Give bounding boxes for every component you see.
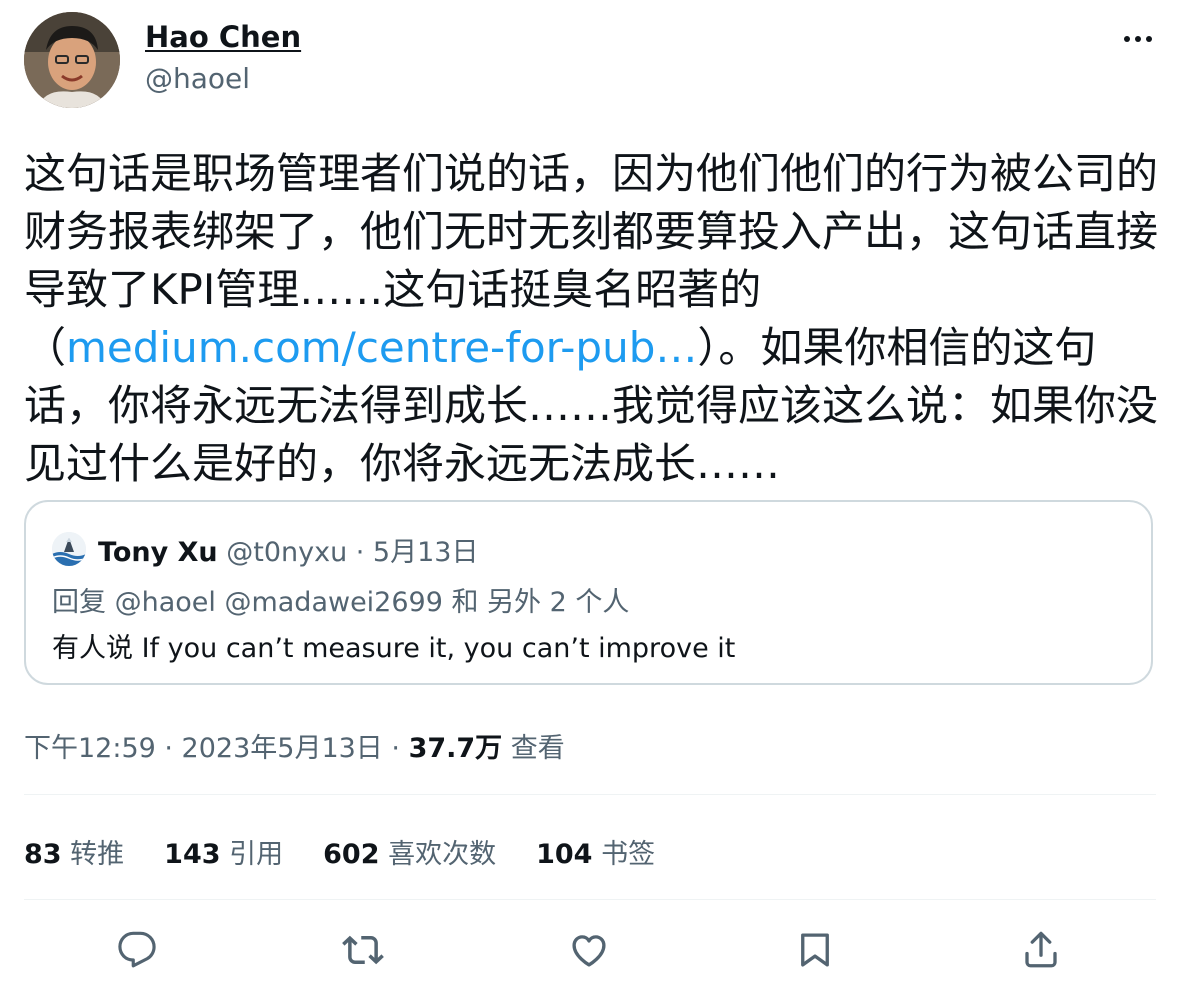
stat-quotes-count: 143 xyxy=(164,839,221,870)
bookmark-icon xyxy=(801,933,829,967)
stat-bookmarks-count: 104 xyxy=(536,839,593,870)
tweet-timestamp: 下午12:59 · 2023年5月13日 · 37.7万 查看 xyxy=(24,726,565,765)
reply-icon xyxy=(118,931,156,968)
share-icon xyxy=(1025,931,1057,968)
more-options-button[interactable] xyxy=(1118,24,1158,54)
views-label: 查看 xyxy=(502,733,565,764)
quote-text: 有人说 If you can’t measure it, you can’t i… xyxy=(52,633,736,664)
divider-top xyxy=(24,794,1156,795)
author-handle[interactable]: @haoel xyxy=(145,62,250,95)
more-horizontal-icon xyxy=(1124,36,1152,42)
quote-avatar-image xyxy=(52,532,86,566)
stat-retweets[interactable]: 83 转推 xyxy=(24,832,124,871)
quote-handle-date: @t0nyxu · 5月13日 xyxy=(217,537,479,568)
views-count: 37.7万 xyxy=(408,733,503,764)
retweet-button[interactable] xyxy=(338,925,388,975)
quote-reply-line: 回复 @haoel @madawei2699 和 另外 2 个人 xyxy=(52,587,630,618)
stat-bookmarks[interactable]: 104 书签 xyxy=(536,832,655,871)
stat-likes-label: 喜欢次数 xyxy=(379,839,497,870)
tweet-time-date[interactable]: 下午12:59 · 2023年5月13日 · xyxy=(24,733,409,764)
author-avatar[interactable] xyxy=(24,12,120,108)
tweet-link[interactable]: medium.com/centre-for-pub… xyxy=(66,323,697,372)
action-bar xyxy=(0,925,1192,975)
retweet-icon xyxy=(342,935,384,965)
tweet-text: 这句话是职场管理者们说的话，因为他们他们的行为被公司的财务报表绑架了，他们无时无… xyxy=(24,145,1164,493)
stat-retweets-count: 83 xyxy=(24,839,62,870)
engagement-stats: 83 转推 143 引用 602 喜欢次数 104 书签 xyxy=(24,832,695,871)
like-icon xyxy=(572,935,606,967)
stat-likes-count: 602 xyxy=(323,839,380,870)
like-button[interactable] xyxy=(564,925,614,975)
stat-likes[interactable]: 602 喜欢次数 xyxy=(323,832,496,871)
stat-retweets-label: 转推 xyxy=(61,839,125,870)
quote-avatar[interactable] xyxy=(52,532,86,566)
reply-button[interactable] xyxy=(112,925,162,975)
quoted-tweet[interactable]: Tony Xu @t0nyxu · 5月13日 回复 @haoel @madaw… xyxy=(24,500,1153,685)
quote-author-name[interactable]: Tony Xu xyxy=(98,537,218,568)
avatar-image xyxy=(24,12,120,108)
share-button[interactable] xyxy=(1016,925,1066,975)
quote-header: Tony Xu @t0nyxu · 5月13日 xyxy=(98,530,478,569)
stat-quotes-label: 引用 xyxy=(220,839,284,870)
divider-bottom xyxy=(24,899,1156,900)
stat-quotes[interactable]: 143 引用 xyxy=(164,832,283,871)
bookmark-button[interactable] xyxy=(790,925,840,975)
author-name[interactable]: Hao Chen xyxy=(145,20,301,54)
tweet-detail: Hao Chen @haoel 这句话是职场管理者们说的话，因为他们他们的行为被… xyxy=(0,0,1192,996)
stat-bookmarks-label: 书签 xyxy=(592,839,656,870)
